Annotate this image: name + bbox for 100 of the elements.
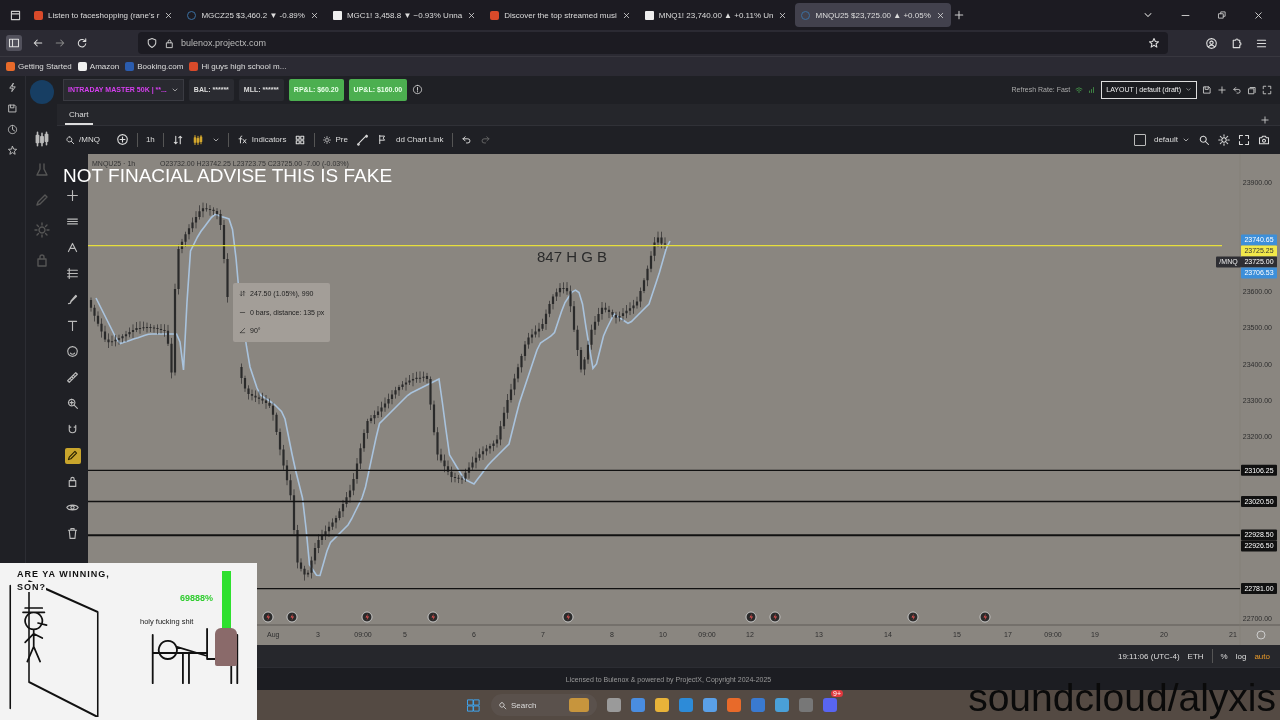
account-icon[interactable]: [1205, 36, 1218, 50]
close-icon[interactable]: [935, 10, 945, 20]
measure-icon: [239, 327, 246, 335]
pitchfork-icon: [66, 241, 79, 255]
info-icon[interactable]: [412, 84, 424, 96]
drawing-tool[interactable]: [64, 369, 81, 386]
scale-option[interactable]: %: [1220, 651, 1228, 661]
scale-option[interactable]: auto: [1254, 651, 1270, 661]
event-marker-icon[interactable]: [286, 611, 298, 623]
event-marker-icon[interactable]: [361, 611, 373, 623]
site-icon: [77, 62, 87, 71]
lock-icon: [164, 37, 175, 49]
restore-icon[interactable]: [1217, 10, 1227, 20]
close-icon[interactable]: [778, 10, 788, 20]
zoom-icon[interactable]: [1198, 133, 1210, 146]
compare-icon[interactable]: [171, 133, 184, 146]
add-icon[interactable]: [115, 133, 129, 147]
bolt-icon[interactable]: [7, 82, 18, 93]
reload-icon[interactable]: [76, 37, 88, 49]
browser-tab[interactable]: MGC1! 3,458.8 ▼ −0.93% Unna: [326, 3, 483, 27]
new-tab-icon[interactable]: [952, 9, 965, 21]
save-icon[interactable]: [7, 103, 18, 114]
site-icon: [6, 62, 15, 71]
event-marker-icon[interactable]: [562, 611, 574, 623]
wifi-icon: [1075, 85, 1084, 94]
settings-icon[interactable]: [1218, 133, 1230, 146]
clock-icon[interactable]: [7, 124, 18, 135]
smiley-icon: [66, 345, 79, 359]
event-marker-icon[interactable]: [979, 611, 991, 623]
meme-caption: ARE YA WINNING, SON?: [17, 568, 111, 595]
drawing-tool[interactable]: [64, 265, 81, 282]
browser-tab[interactable]: MGCZ25 $3,460.2 ▼ -0.89%: [181, 3, 325, 27]
undo-icon[interactable]: [1232, 84, 1242, 95]
back-icon[interactable]: [32, 37, 44, 49]
bookmark[interactable]: Booking.com: [125, 62, 184, 71]
tab-list-icon[interactable]: [8, 8, 22, 22]
bookmark-star-icon[interactable]: [1148, 37, 1160, 49]
close-icon[interactable]: [309, 10, 319, 20]
site-icon: [644, 10, 654, 20]
bookmark[interactable]: Hi guys high school m...: [189, 62, 287, 71]
stick-man-drawing: [20, 607, 50, 663]
forward-icon[interactable]: [54, 37, 66, 49]
template-select[interactable]: default: [1153, 135, 1190, 145]
chart-link-button[interactable]: dd Chart Link: [395, 135, 444, 145]
parallel-lines-icon: [66, 267, 79, 281]
plus-icon[interactable]: [1217, 84, 1227, 95]
crosshair-icon: [66, 189, 79, 203]
site-icon: [125, 62, 135, 71]
undo-icon[interactable]: [460, 134, 472, 146]
browser-tab[interactable]: MNQU25 $23,725.00 ▲ +0.05%: [795, 3, 951, 27]
flag-icon[interactable]: [376, 134, 388, 146]
drawing-tool[interactable]: [64, 187, 81, 204]
brush-icon: [66, 293, 79, 307]
checkbox[interactable]: [1133, 133, 1146, 146]
close-icon[interactable]: [1253, 9, 1264, 21]
bookmark[interactable]: Amazon: [77, 62, 120, 71]
close-icon[interactable]: [467, 10, 477, 20]
indicators-button[interactable]: Indicators: [236, 134, 287, 146]
layers-icon[interactable]: [1247, 84, 1257, 95]
gear-icon: [323, 135, 332, 144]
event-marker-icon[interactable]: [262, 611, 274, 623]
save-icon[interactable]: [1202, 84, 1212, 95]
picture-placeholder: [569, 698, 589, 712]
event-marker-icon[interactable]: [427, 611, 439, 623]
extensions-icon[interactable]: [1230, 36, 1243, 50]
browser-tab[interactable]: Discover the top streamed musi: [484, 3, 637, 27]
close-icon[interactable]: [621, 10, 631, 20]
star-icon[interactable]: [7, 145, 18, 156]
pencil-icon: [66, 449, 79, 463]
expand-icon[interactable]: [1262, 84, 1272, 95]
site-icon: [490, 10, 500, 20]
event-marker-icon[interactable]: [769, 611, 781, 623]
browser-tab[interactable]: MNQ1! 23,740.00 ▲ +0.11% Un: [638, 3, 794, 27]
fx-icon: [236, 134, 248, 146]
site-icon: [34, 10, 43, 20]
interval-button[interactable]: 1h: [145, 135, 155, 145]
line-tool-icon[interactable]: [355, 133, 369, 147]
windows-logo-icon[interactable]: [466, 697, 481, 713]
fullscreen-icon[interactable]: [1238, 133, 1250, 146]
drawing-tool[interactable]: [64, 447, 81, 464]
logo: [29, 80, 54, 104]
bookmark[interactable]: Getting Started: [6, 62, 72, 71]
event-marker-icon[interactable]: [745, 611, 757, 623]
address-bar[interactable]: bulenox.projectx.com: [138, 32, 1168, 54]
scale-option[interactable]: log: [1235, 651, 1247, 661]
symbol-search[interactable]: /MNQ: [65, 134, 100, 145]
drawing-tool[interactable]: [64, 343, 81, 360]
candles-icon[interactable]: [191, 133, 204, 146]
clock-label: 19:11:06 (UTC-4): [1117, 651, 1180, 661]
gain-percent: 69888%: [180, 593, 214, 603]
close-icon[interactable]: [164, 10, 174, 20]
pre-button[interactable]: Pre: [323, 135, 348, 145]
sidebar-icon[interactable]: [8, 37, 20, 49]
browser-tab[interactable]: Listen to faceshopping (rane's r: [28, 3, 180, 27]
grid-icon[interactable]: [294, 133, 307, 146]
add-panel-icon[interactable]: [1260, 115, 1270, 126]
chart-tab[interactable]: Chart: [65, 110, 93, 126]
camera-icon[interactable]: [1258, 133, 1270, 146]
event-marker-icon[interactable]: [907, 611, 919, 623]
ruler-icon: [66, 371, 79, 385]
